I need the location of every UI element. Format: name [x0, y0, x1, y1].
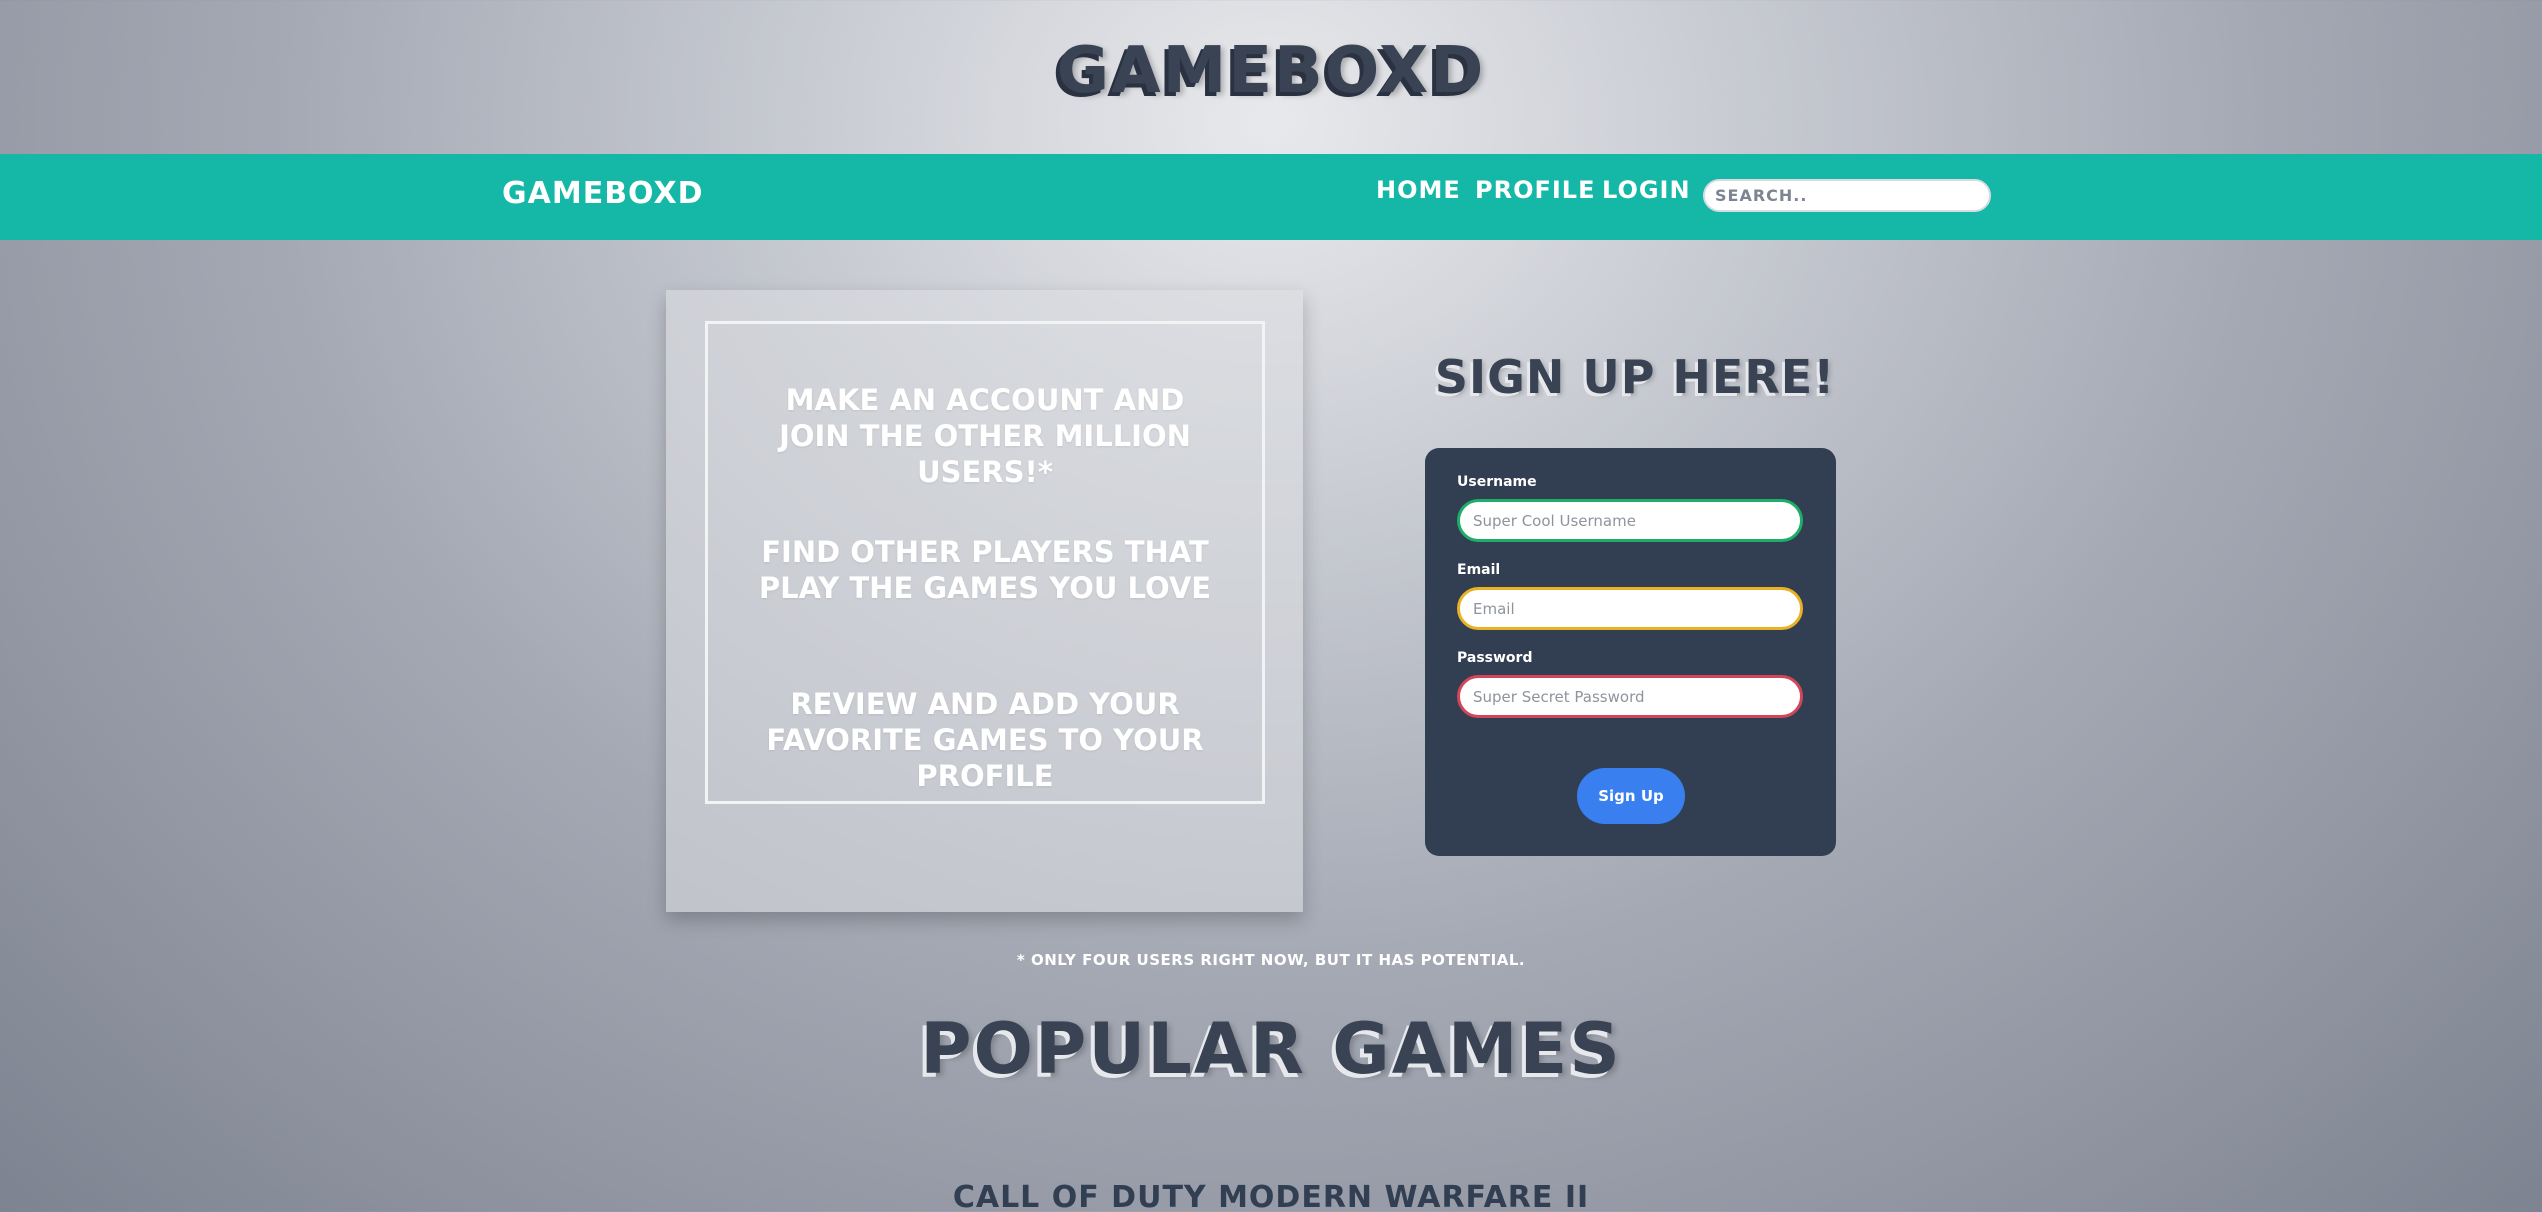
info-frame: MAKE AN ACCOUNT AND JOIN THE OTHER MILLI… [705, 321, 1265, 804]
navbar: GAMEBOXD HOME PROFILE LOGIN [0, 154, 2542, 240]
site-title: GAMEBOXD [1056, 34, 1486, 108]
info-line-review: REVIEW AND ADD YOUR FAVORITE GAMES TO YO… [766, 687, 1204, 793]
popular-games-title: POPULAR GAMES [920, 1008, 1622, 1090]
email-field[interactable] [1457, 587, 1803, 630]
footnote: * ONLY FOUR USERS RIGHT NOW, BUT IT HAS … [1016, 951, 1526, 969]
nav-link-profile[interactable]: PROFILE [1475, 176, 1595, 204]
password-field[interactable] [1457, 675, 1803, 718]
signup-form: Username Email Password Sign Up [1425, 448, 1836, 856]
signup-title: SIGN UP HERE! [1434, 350, 1836, 404]
signup-button[interactable]: Sign Up [1577, 768, 1685, 824]
nav-link-login[interactable]: LOGIN [1602, 176, 1691, 204]
username-label: Username [1457, 474, 1537, 490]
info-line-players: FIND OTHER PLAYERS THAT PLAY THE GAMES Y… [758, 535, 1212, 605]
email-label: Email [1457, 562, 1501, 578]
search-input[interactable] [1703, 179, 1991, 212]
info-line-account: MAKE AN ACCOUNT AND JOIN THE OTHER MILLI… [779, 383, 1191, 489]
nav-link-home[interactable]: HOME [1376, 176, 1461, 204]
game-title[interactable]: CALL OF DUTY MODERN WARFARE II [0, 1180, 2542, 1212]
info-card: MAKE AN ACCOUNT AND JOIN THE OTHER MILLI… [666, 290, 1303, 912]
nav-brand[interactable]: GAMEBOXD [502, 176, 704, 211]
username-field[interactable] [1457, 499, 1803, 542]
password-label: Password [1457, 650, 1533, 666]
